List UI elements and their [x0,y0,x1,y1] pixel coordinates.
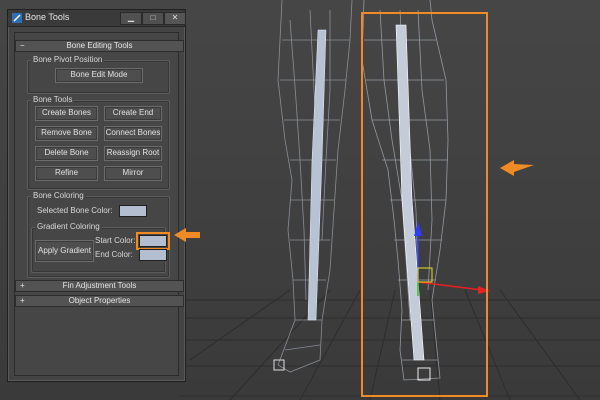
end-color-swatch[interactable] [139,249,167,261]
bone-tools-dialog: Bone Tools ▁ □ ✕ − Bone Editing Tools Bo… [7,9,186,382]
minimize-button[interactable]: ▁ [120,12,142,25]
bone-edit-mode-button[interactable]: Bone Edit Mode [55,68,143,83]
group-label-bone-tools: Bone Tools [31,95,75,104]
connect-bones-button[interactable]: Connect Bones [104,126,162,141]
rollout-object-properties[interactable]: + Object Properties [15,295,184,307]
start-color-label: Start Color: [95,236,136,245]
rollout-label: Fin Adjustment Tools [62,281,137,290]
start-color-highlight [136,232,170,250]
refine-button[interactable]: Refine [35,166,98,181]
dialog-titlebar[interactable]: Bone Tools ▁ □ ✕ [8,10,186,27]
mirror-button[interactable]: Mirror [104,166,162,181]
group-label-gradient-coloring: Gradient Coloring [35,222,102,231]
group-label-bone-coloring: Bone Coloring [31,191,86,200]
rollout-bone-editing-tools[interactable]: − Bone Editing Tools [15,40,184,52]
selected-bone-color-swatch[interactable] [119,205,147,217]
delete-bone-button[interactable]: Delete Bone [35,146,98,161]
start-color-callout-arrow [174,228,200,242]
rollout-collapse-icon: − [20,41,25,50]
group-label-bone-pivot: Bone Pivot Position [31,55,105,64]
rollout-expand-icon: + [20,296,25,305]
bone-tools-app-icon [12,13,22,23]
rollout-label: Object Properties [68,296,131,305]
close-button[interactable]: ✕ [164,12,186,25]
selected-bone-color-label: Selected Bone Color: [37,206,113,215]
rollout-fin-adjustment-tools[interactable]: + Fin Adjustment Tools [15,280,184,292]
rollout-label: Bone Editing Tools [66,41,133,50]
remove-bone-button[interactable]: Remove Bone [35,126,98,141]
maximize-button[interactable]: □ [142,12,164,25]
reassign-root-button[interactable]: Reassign Root [104,146,162,161]
end-color-label: End Color: [95,250,133,259]
create-bones-button[interactable]: Create Bones [35,106,98,121]
dialog-title: Bone Tools [25,12,70,22]
create-end-button[interactable]: Create End [104,106,162,121]
rollout-expand-icon: + [20,281,25,290]
apply-gradient-button[interactable]: Apply Gradient [35,240,94,262]
